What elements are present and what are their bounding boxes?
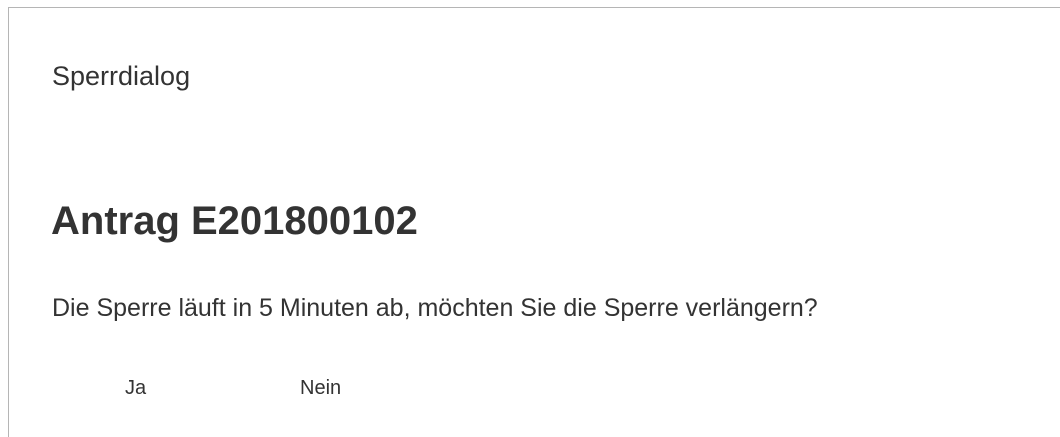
lock-dialog: Sperrdialog Antrag E201800102 Die Sperre…: [8, 7, 1060, 437]
no-button[interactable]: Nein: [300, 371, 370, 405]
record-heading: Antrag E201800102: [51, 199, 418, 243]
yes-button[interactable]: Ja: [125, 371, 175, 405]
dialog-title: Sperrdialog: [52, 61, 191, 91]
lock-expiry-question: Die Sperre läuft in 5 Minuten ab, möchte…: [52, 294, 818, 322]
